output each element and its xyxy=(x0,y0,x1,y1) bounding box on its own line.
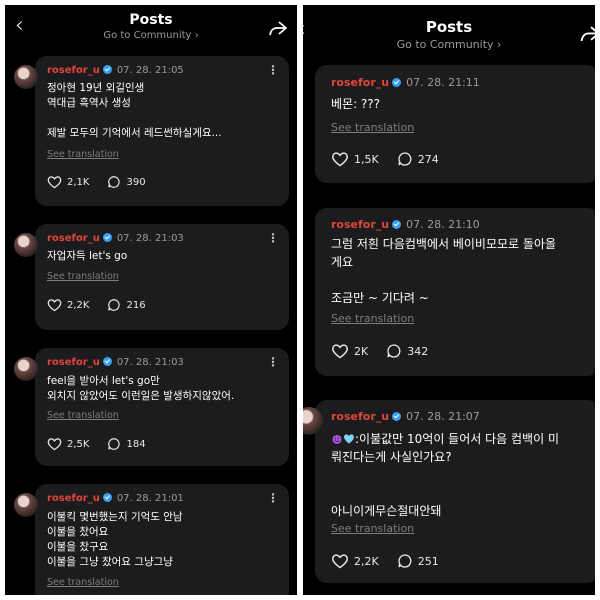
post-actions: 2K 342 xyxy=(331,343,446,359)
verified-badge-icon xyxy=(392,220,402,229)
username[interactable]: rosefor_u xyxy=(47,357,100,368)
timestamp: 07. 28. 21:03 xyxy=(116,357,184,368)
timestamp: 07. 28. 21:01 xyxy=(116,493,184,504)
post-actions: 2,2K 216 xyxy=(47,298,164,312)
see-translation-link[interactable]: See translation xyxy=(331,522,414,535)
see-translation-link[interactable]: See translation xyxy=(331,121,414,134)
comment-bubble-icon[interactable] xyxy=(397,553,413,569)
more-vertical-icon[interactable]: ⋮ xyxy=(267,355,279,369)
timestamp: 07. 28. 21:11 xyxy=(406,76,480,89)
share-arrow-icon[interactable] xyxy=(579,25,595,43)
like-count: 2,2K xyxy=(67,299,90,311)
right-screenshot: ‹ Posts Go to Community › rosefor_u 07. 2… xyxy=(303,5,595,595)
timestamp: 07. 28. 21:07 xyxy=(406,410,480,423)
page-title: Posts xyxy=(425,18,473,36)
heart-icon[interactable] xyxy=(47,437,62,451)
header: ‹ Posts Go to Community › xyxy=(303,5,595,55)
heart-icon[interactable] xyxy=(331,151,349,167)
post-text: :이불값만 10억이 들어서 다음 컴백이 미 xyxy=(355,432,559,446)
like-count: 2,1K xyxy=(67,176,90,188)
post-actions: 2,2K 251 xyxy=(331,553,457,569)
see-translation-link[interactable]: See translation xyxy=(47,149,119,160)
post-meta: rosefor_u 07. 28. 21:10 xyxy=(331,218,480,231)
verified-badge-icon xyxy=(392,412,402,421)
post-meta: rosefor_u 07. 28. 21:03 xyxy=(47,357,184,368)
verified-badge-icon xyxy=(392,78,402,87)
header: ‹ Posts Go to Community › xyxy=(5,5,297,55)
post-actions: 1,5K 274 xyxy=(331,151,457,167)
post-meta: rosefor_u 07. 28. 21:05 xyxy=(47,65,184,76)
comment-count: 342 xyxy=(407,344,429,358)
heart-icon[interactable] xyxy=(331,343,349,359)
more-vertical-icon[interactable]: ⋮ xyxy=(267,231,279,245)
heart-icon[interactable] xyxy=(331,553,349,569)
timestamp: 07. 28. 21:05 xyxy=(116,65,184,76)
post-text: 베몬: ??? xyxy=(331,97,381,111)
more-vertical-icon[interactable]: ⋮ xyxy=(267,491,279,505)
avatar[interactable] xyxy=(14,65,38,89)
see-translation-link[interactable]: See translation xyxy=(47,410,119,421)
username[interactable]: rosefor_u xyxy=(331,218,389,231)
comment-count: 274 xyxy=(417,152,439,166)
post-text: 정아현 19년 외길인생 역대급 흑역사 생성 제발 모두의 기억에서 레드썬하… xyxy=(47,82,222,139)
comment-bubble-icon[interactable] xyxy=(107,437,121,451)
smiling-devil-emoji-icon xyxy=(332,435,342,444)
page-title: Posts xyxy=(129,12,173,28)
post-text-rest: 뤄진다는게 사실인가요? 아니이게무슨절대안돼 xyxy=(331,450,452,518)
go-to-community-link[interactable]: Go to Community › xyxy=(5,30,297,41)
like-count: 1,5K xyxy=(354,152,379,166)
more-vertical-icon[interactable]: ⋮ xyxy=(267,63,279,77)
post-text-line1: :이불값만 10억이 들어서 다음 컴백이 미 xyxy=(331,430,595,448)
username[interactable]: rosefor_u xyxy=(47,233,100,244)
post-meta: rosefor_u 07. 28. 21:03 xyxy=(47,233,184,244)
post-text: 그럼 저흰 다음컴백에서 베이비모모로 돌아올 게요 조금만 ~ 기다려 ~ xyxy=(331,237,557,305)
see-translation-link[interactable]: See translation xyxy=(47,271,119,282)
light-blue-heart-emoji-icon xyxy=(344,434,354,444)
like-count: 2,2K xyxy=(354,554,379,568)
post-actions: 2,1K 390 xyxy=(47,175,164,189)
verified-badge-icon xyxy=(102,357,112,366)
username[interactable]: rosefor_u xyxy=(331,410,389,423)
post-meta: rosefor_u 07. 28. 21:11 xyxy=(331,76,480,89)
post-text: 이불킥 몇번했는지 기억도 안남 이불을 찼어요 이불을 찼구요 이불을 그냥 … xyxy=(47,511,183,568)
verified-badge-icon xyxy=(102,65,112,74)
verified-badge-icon xyxy=(102,233,112,242)
username[interactable]: rosefor_u xyxy=(47,65,100,76)
timestamp: 07. 28. 21:03 xyxy=(116,233,184,244)
verified-badge-icon xyxy=(102,493,112,502)
comment-count: 390 xyxy=(126,176,146,188)
comment-bubble-icon[interactable] xyxy=(107,298,121,312)
comment-count: 184 xyxy=(126,438,146,450)
heart-icon[interactable] xyxy=(47,298,62,312)
avatar[interactable] xyxy=(14,233,38,257)
post-text: feel을 받아서 let's go만 외치지 않았어도 이런일은 발생하지않았… xyxy=(47,375,235,402)
share-arrow-icon[interactable] xyxy=(268,20,288,37)
timestamp: 07. 28. 21:10 xyxy=(406,218,480,231)
post-text: 자업자득 let's go xyxy=(47,250,128,262)
go-to-community-link[interactable]: Go to Community › xyxy=(303,38,595,51)
comment-count: 251 xyxy=(417,554,439,568)
username[interactable]: rosefor_u xyxy=(47,493,100,504)
comment-count: 216 xyxy=(126,299,146,311)
post-meta: rosefor_u 07. 28. 21:01 xyxy=(47,493,184,504)
post-meta: rosefor_u 07. 28. 21:07 xyxy=(331,410,480,423)
like-count: 2,5K xyxy=(67,438,90,450)
like-count: 2K xyxy=(354,344,369,358)
see-translation-link[interactable]: See translation xyxy=(47,577,119,588)
heart-icon[interactable] xyxy=(47,175,62,189)
username[interactable]: rosefor_u xyxy=(331,76,389,89)
avatar[interactable] xyxy=(14,493,38,517)
see-translation-link[interactable]: See translation xyxy=(331,312,414,325)
comment-bubble-icon[interactable] xyxy=(107,175,121,189)
avatar[interactable] xyxy=(14,357,38,381)
comment-bubble-icon[interactable] xyxy=(397,151,413,167)
comment-bubble-icon[interactable] xyxy=(386,343,402,359)
left-screenshot: ‹ Posts Go to Community › rosefor_u 07. 2… xyxy=(5,5,297,595)
post-actions: 2,5K 184 xyxy=(47,437,164,451)
